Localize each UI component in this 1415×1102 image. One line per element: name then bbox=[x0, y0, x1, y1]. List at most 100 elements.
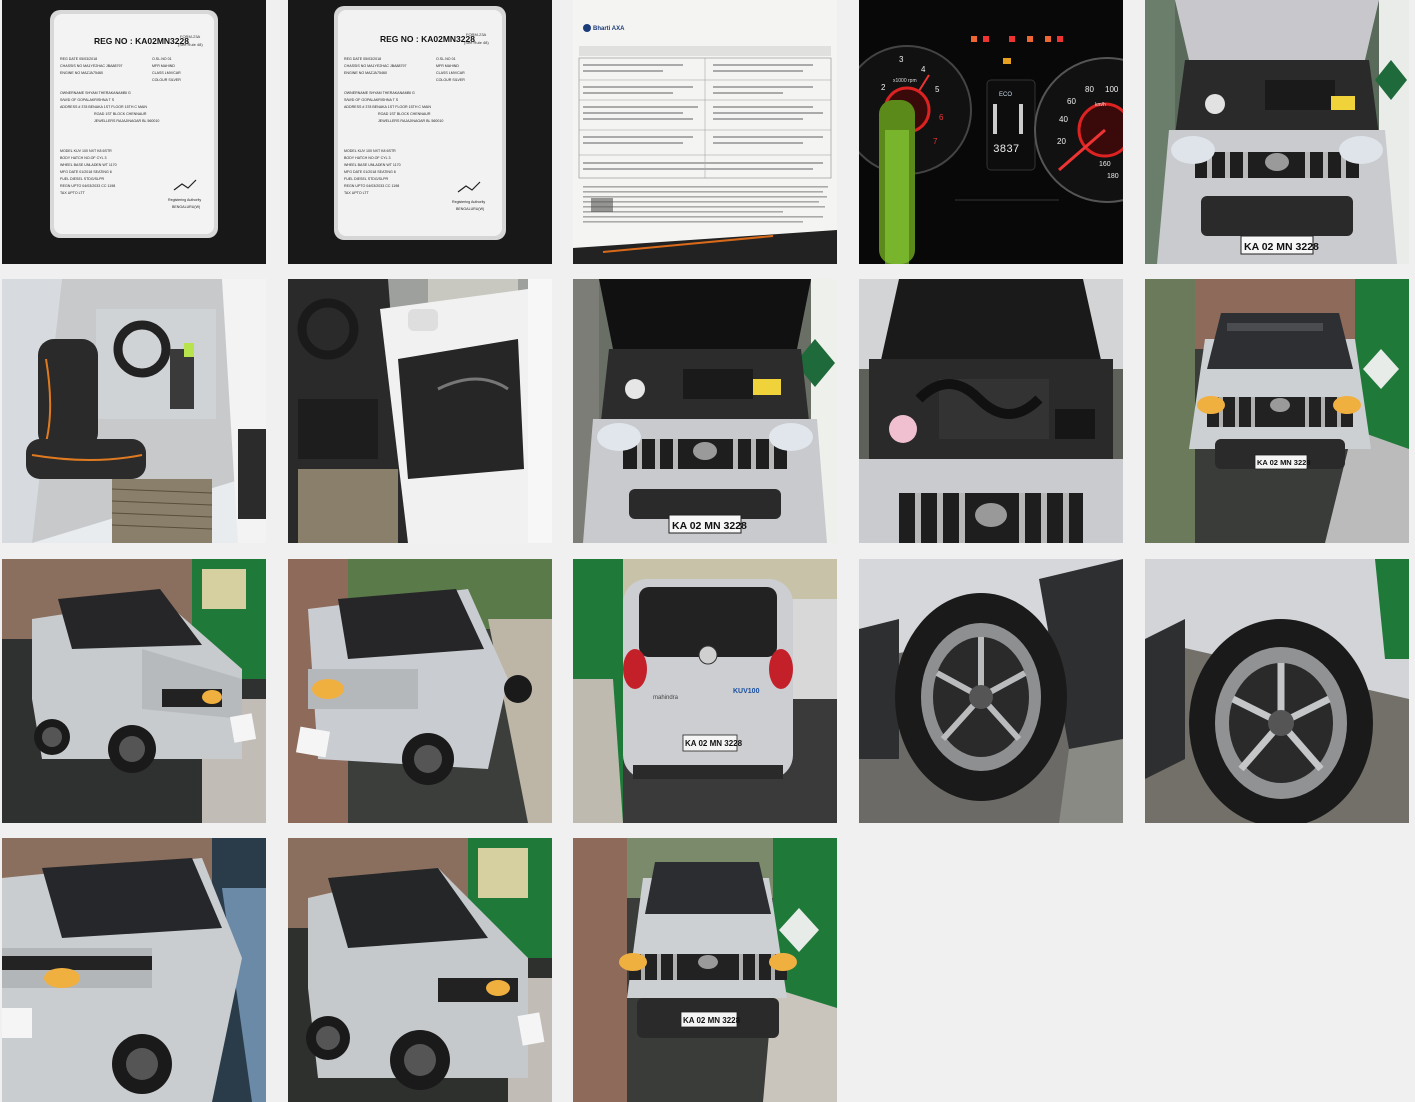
engine-bay-front-image: KA 02 MN 3228 bbox=[1145, 0, 1409, 264]
plate-text: KA 02 MN 3228 bbox=[683, 1016, 741, 1025]
photo-thumbnail-front-left-three-quarter[interactable] bbox=[2, 559, 266, 823]
driver-seat-image bbox=[2, 279, 266, 543]
rpm-tick: 4 bbox=[921, 65, 926, 74]
rc-city: BENGALURU(W) bbox=[172, 205, 200, 209]
rear-wheel-image bbox=[1145, 559, 1409, 823]
photo-thumbnail-engine-bay-front[interactable]: KA 02 MN 3228 bbox=[1145, 0, 1409, 264]
front-wheel-image bbox=[859, 559, 1123, 823]
rc-owner: JEWELLERS RAJAJINAGAR BL 560010 bbox=[94, 119, 159, 123]
photo-thumbnail-rc-card-copy[interactable]: REG NO : KA02MN3228 FORM-23A (See Rule 4… bbox=[288, 0, 552, 264]
rc-copy-field: COLOUR SILVER bbox=[436, 78, 465, 82]
rc-copy-rule: (See Rule 48) bbox=[464, 40, 489, 45]
plate-text: KA 02 MN 3228 bbox=[672, 520, 747, 532]
rc-copy-field: CLASS LMV/CAR bbox=[436, 71, 465, 75]
rc-copy-spec: MFG DATE 01/2018 SEATING 6 bbox=[344, 170, 396, 174]
rc-field: COLOUR SILVER bbox=[152, 78, 181, 82]
rc-copy-owner: OWNERNAME SHYAM THERAKANAMBI G bbox=[344, 91, 415, 95]
photo-thumbnail-front-angle-close[interactable] bbox=[2, 838, 266, 1102]
rc-copy-field: ENGINE NO MAZJA75460 bbox=[344, 71, 387, 75]
rc-authority: Registering Authority bbox=[168, 198, 201, 202]
insurance-doc-image: Bharti AXA bbox=[573, 0, 837, 264]
rc-copy-field: CHASSIS NO MA1YE2HAC JBA88797 bbox=[344, 64, 407, 68]
front-left-angle-image bbox=[288, 559, 552, 823]
photo-thumbnail-front-wheel[interactable] bbox=[859, 559, 1123, 823]
photo-thumbnail-instrument-cluster[interactable]: x1000 rpm 2 3 4 5 6 7 ECO 3837 80 100 60… bbox=[859, 0, 1123, 264]
rc-copy-title: REG NO : KA02MN3228 bbox=[380, 34, 475, 44]
front-view-image: KA 02 MN 3228 bbox=[1145, 279, 1409, 543]
rc-field: O.SL.NO 01 bbox=[152, 57, 172, 61]
photo-thumbnail-left-side-three-quarter[interactable] bbox=[288, 838, 552, 1102]
photo-thumbnail-front-left-angle[interactable] bbox=[288, 559, 552, 823]
rpm-tick: 7 bbox=[933, 137, 938, 146]
photo-thumbnail-rear-wheel[interactable] bbox=[1145, 559, 1409, 823]
engine-bay-open-image: KA 02 MN 3228 bbox=[573, 279, 837, 543]
photo-gallery: REG NO : KA02MN3228 FORM-23A (See Rule 4… bbox=[0, 0, 1415, 1102]
rc-spec: WHEEL BASE UNLADEN WT 1170 bbox=[60, 163, 117, 167]
rc-spec: BODY HATCH NO.OF CYL 3 bbox=[60, 156, 106, 160]
rc-spec: TAX UPTO LTT bbox=[60, 191, 86, 195]
rc-spec: FUEL DIESEL STDG/SLPR bbox=[60, 177, 104, 181]
rc-copy-owner: S/W/D OF GOPALAKRISHNA T S bbox=[344, 98, 399, 102]
rc-field: ENGINE NO MAZJA75460 bbox=[60, 71, 103, 75]
speed-tick: 20 bbox=[1057, 137, 1066, 146]
rc-copy-owner: ROAD 1ST BLOCK CHENNAUR bbox=[378, 112, 431, 116]
photo-thumbnail-engine-bay-open[interactable]: KA 02 MN 3228 bbox=[573, 279, 837, 543]
rc-copy-spec: TAX UPTO LTT bbox=[344, 191, 370, 195]
plate-text: KA 02 MN 3228 bbox=[1257, 458, 1311, 467]
rc-field: CLASS LMV/CAR bbox=[152, 71, 181, 75]
front-left-three-quarter-image bbox=[2, 559, 266, 823]
photo-thumbnail-driver-seat[interactable] bbox=[2, 279, 266, 543]
front-angle-close-image bbox=[2, 838, 266, 1102]
rc-field: MFR MAHIND bbox=[152, 64, 175, 68]
rear-view-image: mahindra KUV100 KA 02 MN 3228 bbox=[573, 559, 837, 823]
rc-owner: ROAD 1ST BLOCK CHENNAUR bbox=[94, 112, 147, 116]
engine-closeup-image bbox=[859, 279, 1123, 543]
photo-thumbnail-front-view-street[interactable]: KA 02 MN 3228 bbox=[573, 838, 837, 1102]
rpm-tick: 2 bbox=[881, 83, 886, 92]
speed-unit-label: km/h bbox=[1095, 102, 1106, 108]
rc-copy-spec: WHEEL BASE UNLADEN WT 1170 bbox=[344, 163, 401, 167]
rc-spec: MODEL KUV 100 NXT K8 6STR bbox=[60, 149, 112, 153]
rc-rule: (See Rule 48) bbox=[178, 42, 203, 47]
speed-tick: 60 bbox=[1067, 97, 1076, 106]
badge-brand: mahindra bbox=[653, 695, 679, 701]
odometer-value: 3837 bbox=[993, 144, 1019, 156]
rc-owner: OWNERNAME SHYAM THERAKANAMBI G bbox=[60, 91, 131, 95]
rc-card-copy-image: REG NO : KA02MN3228 FORM-23A (See Rule 4… bbox=[288, 0, 552, 264]
photo-thumbnail-rear-view[interactable]: mahindra KUV100 KA 02 MN 3228 bbox=[573, 559, 837, 823]
rc-form: FORM-23A bbox=[180, 34, 201, 39]
rc-copy-spec: REGN UPTO 04/03/2033 CC 1198 bbox=[344, 184, 399, 188]
rc-field: CHASSIS NO MA1YE2HAC JBA88797 bbox=[60, 64, 123, 68]
photo-thumbnail-insurance-document[interactable]: Bharti AXA bbox=[573, 0, 837, 264]
rpm-unit-label: x1000 rpm bbox=[893, 78, 917, 84]
speed-tick: 40 bbox=[1059, 115, 1068, 124]
rc-field: REG DATE 05/03/2018 bbox=[60, 57, 97, 61]
photo-thumbnail-driver-door[interactable] bbox=[288, 279, 552, 543]
badge-model: KUV100 bbox=[733, 688, 760, 695]
rc-owner: S/W/D OF GOPALAKRISHNA T S bbox=[60, 98, 115, 102]
rc-copy-owner: JEWELLERS RAJAJINAGAR BL 560010 bbox=[378, 119, 443, 123]
eco-label: ECO bbox=[999, 92, 1012, 98]
speed-tick: 180 bbox=[1107, 173, 1119, 180]
rc-copy-city: BENGALURU(W) bbox=[456, 207, 484, 211]
rc-title: REG NO : KA02MN3228 bbox=[94, 36, 189, 46]
front-view-street-image: KA 02 MN 3228 bbox=[573, 838, 837, 1102]
photo-thumbnail-front-view[interactable]: KA 02 MN 3228 bbox=[1145, 279, 1409, 543]
rpm-tick: 5 bbox=[935, 85, 940, 94]
rc-card-image: REG NO : KA02MN3228 FORM-23A (See Rule 4… bbox=[2, 0, 266, 264]
plate-text: KA 02 MN 3228 bbox=[1244, 241, 1319, 253]
rc-copy-spec: MODEL KUV 100 NXT K8 6STR bbox=[344, 149, 396, 153]
photo-thumbnail-engine-closeup[interactable] bbox=[859, 279, 1123, 543]
instrument-cluster-image: x1000 rpm 2 3 4 5 6 7 ECO 3837 80 100 60… bbox=[859, 0, 1123, 264]
rc-copy-form: FORM-23A bbox=[466, 32, 487, 37]
rc-copy-field: O.SL.NO 01 bbox=[436, 57, 456, 61]
rc-spec: REGN UPTO 04/03/2033 CC 1198 bbox=[60, 184, 115, 188]
rc-owner: ADDRESS # 378 BENAKA 1ST FLOOR 15TH C MA… bbox=[60, 105, 147, 109]
rc-copy-spec: BODY HATCH NO.OF CYL 3 bbox=[344, 156, 390, 160]
rc-spec: MFG DATE 01/2018 SEATING 6 bbox=[60, 170, 112, 174]
left-side-three-quarter-image bbox=[288, 838, 552, 1102]
speed-tick: 80 bbox=[1085, 85, 1094, 94]
rc-copy-spec: FUEL DIESEL STDG/SLPR bbox=[344, 177, 388, 181]
speed-tick: 160 bbox=[1099, 161, 1111, 168]
photo-thumbnail-rc-card-front[interactable]: REG NO : KA02MN3228 FORM-23A (See Rule 4… bbox=[2, 0, 266, 264]
